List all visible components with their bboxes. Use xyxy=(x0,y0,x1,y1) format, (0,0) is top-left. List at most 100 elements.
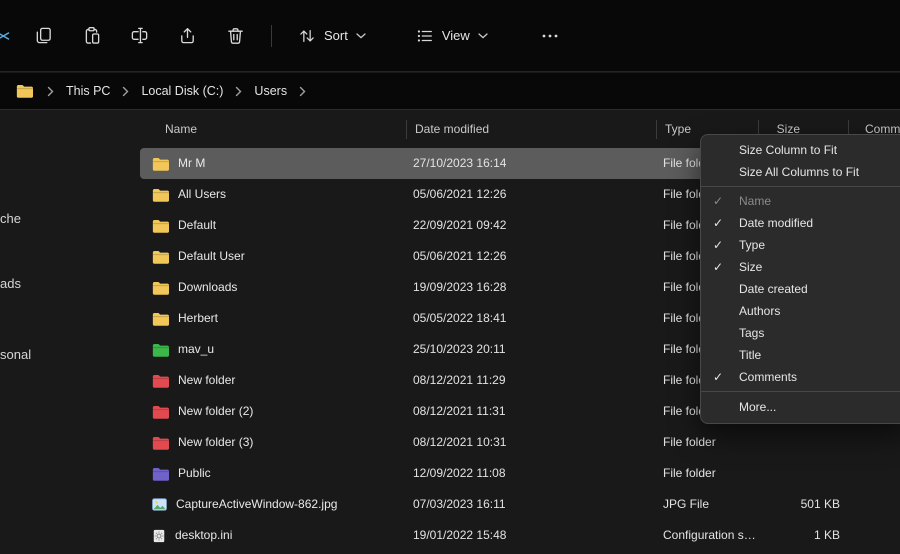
file-explorer-window: Sort View This PC Local Disk (C:) Users … xyxy=(0,0,900,554)
sort-button[interactable]: Sort xyxy=(288,18,376,54)
folder-icon xyxy=(152,374,169,388)
nav-item-fragment[interactable]: sonal xyxy=(0,347,31,362)
menu-item-comments[interactable]: ✓Comments xyxy=(701,366,900,388)
view-label: View xyxy=(442,28,470,43)
file-date-modified: 05/06/2021 12:26 xyxy=(413,241,653,272)
file-name-cell: desktop.ini xyxy=(152,520,404,551)
file-name-cell: Default User xyxy=(152,241,404,272)
menu-item-size-all-columns-to-fit[interactable]: Size All Columns to Fit xyxy=(701,161,900,183)
file-date-modified: 08/12/2021 10:31 xyxy=(413,427,653,458)
copy-button[interactable] xyxy=(25,18,61,54)
column-resize-handle[interactable] xyxy=(656,120,657,139)
column-resize-handle[interactable] xyxy=(406,120,407,139)
folder-icon xyxy=(152,157,169,171)
folder-icon xyxy=(152,467,169,481)
trash-icon xyxy=(226,26,245,45)
sort-label: Sort xyxy=(324,28,348,43)
chevron-down-icon xyxy=(356,33,366,39)
rename-button[interactable] xyxy=(121,18,157,54)
breadcrumb-local-disk-c[interactable]: Local Disk (C:) xyxy=(135,81,229,101)
menu-item-size[interactable]: ✓Size xyxy=(701,256,900,278)
file-name: CaptureActiveWindow-862.jpg xyxy=(176,489,337,520)
view-button[interactable]: View xyxy=(406,18,498,54)
file-type: JPG File xyxy=(663,489,761,520)
delete-button[interactable] xyxy=(217,18,253,54)
breadcrumb-users[interactable]: Users xyxy=(248,81,293,101)
menu-item-title[interactable]: Title xyxy=(701,344,900,366)
menu-item-label: Type xyxy=(739,238,765,252)
file-name: Default xyxy=(178,210,216,241)
file-name: Mr M xyxy=(178,148,205,179)
file-name: Herbert xyxy=(178,303,218,334)
breadcrumb-this-pc[interactable]: This PC xyxy=(60,81,116,101)
file-name-cell: New folder xyxy=(152,365,404,396)
address-bar[interactable]: This PC Local Disk (C:) Users xyxy=(0,73,900,110)
nav-item-fragment[interactable]: ads xyxy=(0,276,21,291)
chevron-right-icon[interactable] xyxy=(299,86,306,97)
menu-item-label: Size All Columns to Fit xyxy=(739,165,859,179)
ellipsis-icon xyxy=(542,34,558,38)
chevron-right-icon[interactable] xyxy=(235,86,242,97)
check-icon: ✓ xyxy=(709,216,739,230)
menu-item-tags[interactable]: Tags xyxy=(701,322,900,344)
file-date-modified: 08/12/2021 11:29 xyxy=(413,365,653,396)
column-header-name[interactable]: Name xyxy=(165,111,197,148)
sort-icon xyxy=(298,27,316,45)
file-row[interactable]: CaptureActiveWindow-862.jpg07/03/2023 16… xyxy=(140,489,900,520)
menu-item-label: Title xyxy=(739,348,761,362)
file-date-modified: 08/12/2021 11:31 xyxy=(413,396,653,427)
menu-item-name[interactable]: ✓Name xyxy=(701,190,900,212)
nav-item-fragment[interactable]: che xyxy=(0,211,21,226)
column-header-type[interactable]: Type xyxy=(665,111,691,148)
column-header-date-modified[interactable]: Date modified xyxy=(415,111,489,148)
menu-item-type[interactable]: ✓Type xyxy=(701,234,900,256)
file-row[interactable]: Public12/09/2022 11:08File folder xyxy=(140,458,900,489)
check-icon: ✓ xyxy=(709,194,739,208)
file-name: desktop.ini xyxy=(175,520,232,551)
menu-item-label: More... xyxy=(739,400,776,414)
image-file-icon xyxy=(152,498,167,511)
paste-button[interactable] xyxy=(73,18,109,54)
file-size xyxy=(766,458,840,489)
file-size xyxy=(766,427,840,458)
menu-item-more[interactable]: More... xyxy=(701,395,900,419)
command-bar: Sort View xyxy=(0,0,900,72)
file-date-modified: 27/10/2023 16:14 xyxy=(413,148,653,179)
folder-icon xyxy=(152,188,169,202)
share-button[interactable] xyxy=(169,18,205,54)
file-date-modified: 19/09/2023 16:28 xyxy=(413,272,653,303)
rename-icon xyxy=(130,26,149,45)
menu-item-date-created[interactable]: Date created xyxy=(701,278,900,300)
file-name: Public xyxy=(178,458,211,489)
file-name: New folder (2) xyxy=(178,396,253,427)
file-row[interactable]: New folder (3)08/12/2021 10:31File folde… xyxy=(140,427,900,458)
share-icon xyxy=(178,26,197,45)
menu-item-label: Size Column to Fit xyxy=(739,143,837,157)
folder-icon xyxy=(152,219,169,233)
file-type: Configuration settings xyxy=(663,520,761,551)
file-name-cell: New folder (3) xyxy=(152,427,404,458)
check-icon: ✓ xyxy=(709,260,739,274)
menu-item-date-modified[interactable]: ✓Date modified xyxy=(701,212,900,234)
menu-item-authors[interactable]: Authors xyxy=(701,300,900,322)
file-name-cell: mav_u xyxy=(152,334,404,365)
folder-icon xyxy=(152,405,169,419)
check-icon: ✓ xyxy=(709,370,739,384)
file-name-cell: Public xyxy=(152,458,404,489)
file-name: mav_u xyxy=(178,334,214,365)
menu-item-label: Comments xyxy=(739,370,797,384)
copy-icon xyxy=(34,26,53,45)
file-name: New folder (3) xyxy=(178,427,253,458)
chevron-right-icon[interactable] xyxy=(47,86,54,97)
menu-item-size-column-to-fit[interactable]: Size Column to Fit xyxy=(701,139,900,161)
cut-button[interactable] xyxy=(0,18,13,54)
file-row[interactable]: desktop.ini19/01/2022 15:48Configuration… xyxy=(140,520,900,551)
menu-item-label: Date created xyxy=(739,282,808,296)
file-date-modified: 05/05/2022 18:41 xyxy=(413,303,653,334)
see-more-button[interactable] xyxy=(532,18,568,54)
file-name-cell: Herbert xyxy=(152,303,404,334)
file-name-cell: All Users xyxy=(152,179,404,210)
file-name: Downloads xyxy=(178,272,237,303)
chevron-down-icon xyxy=(478,33,488,39)
chevron-right-icon[interactable] xyxy=(122,86,129,97)
